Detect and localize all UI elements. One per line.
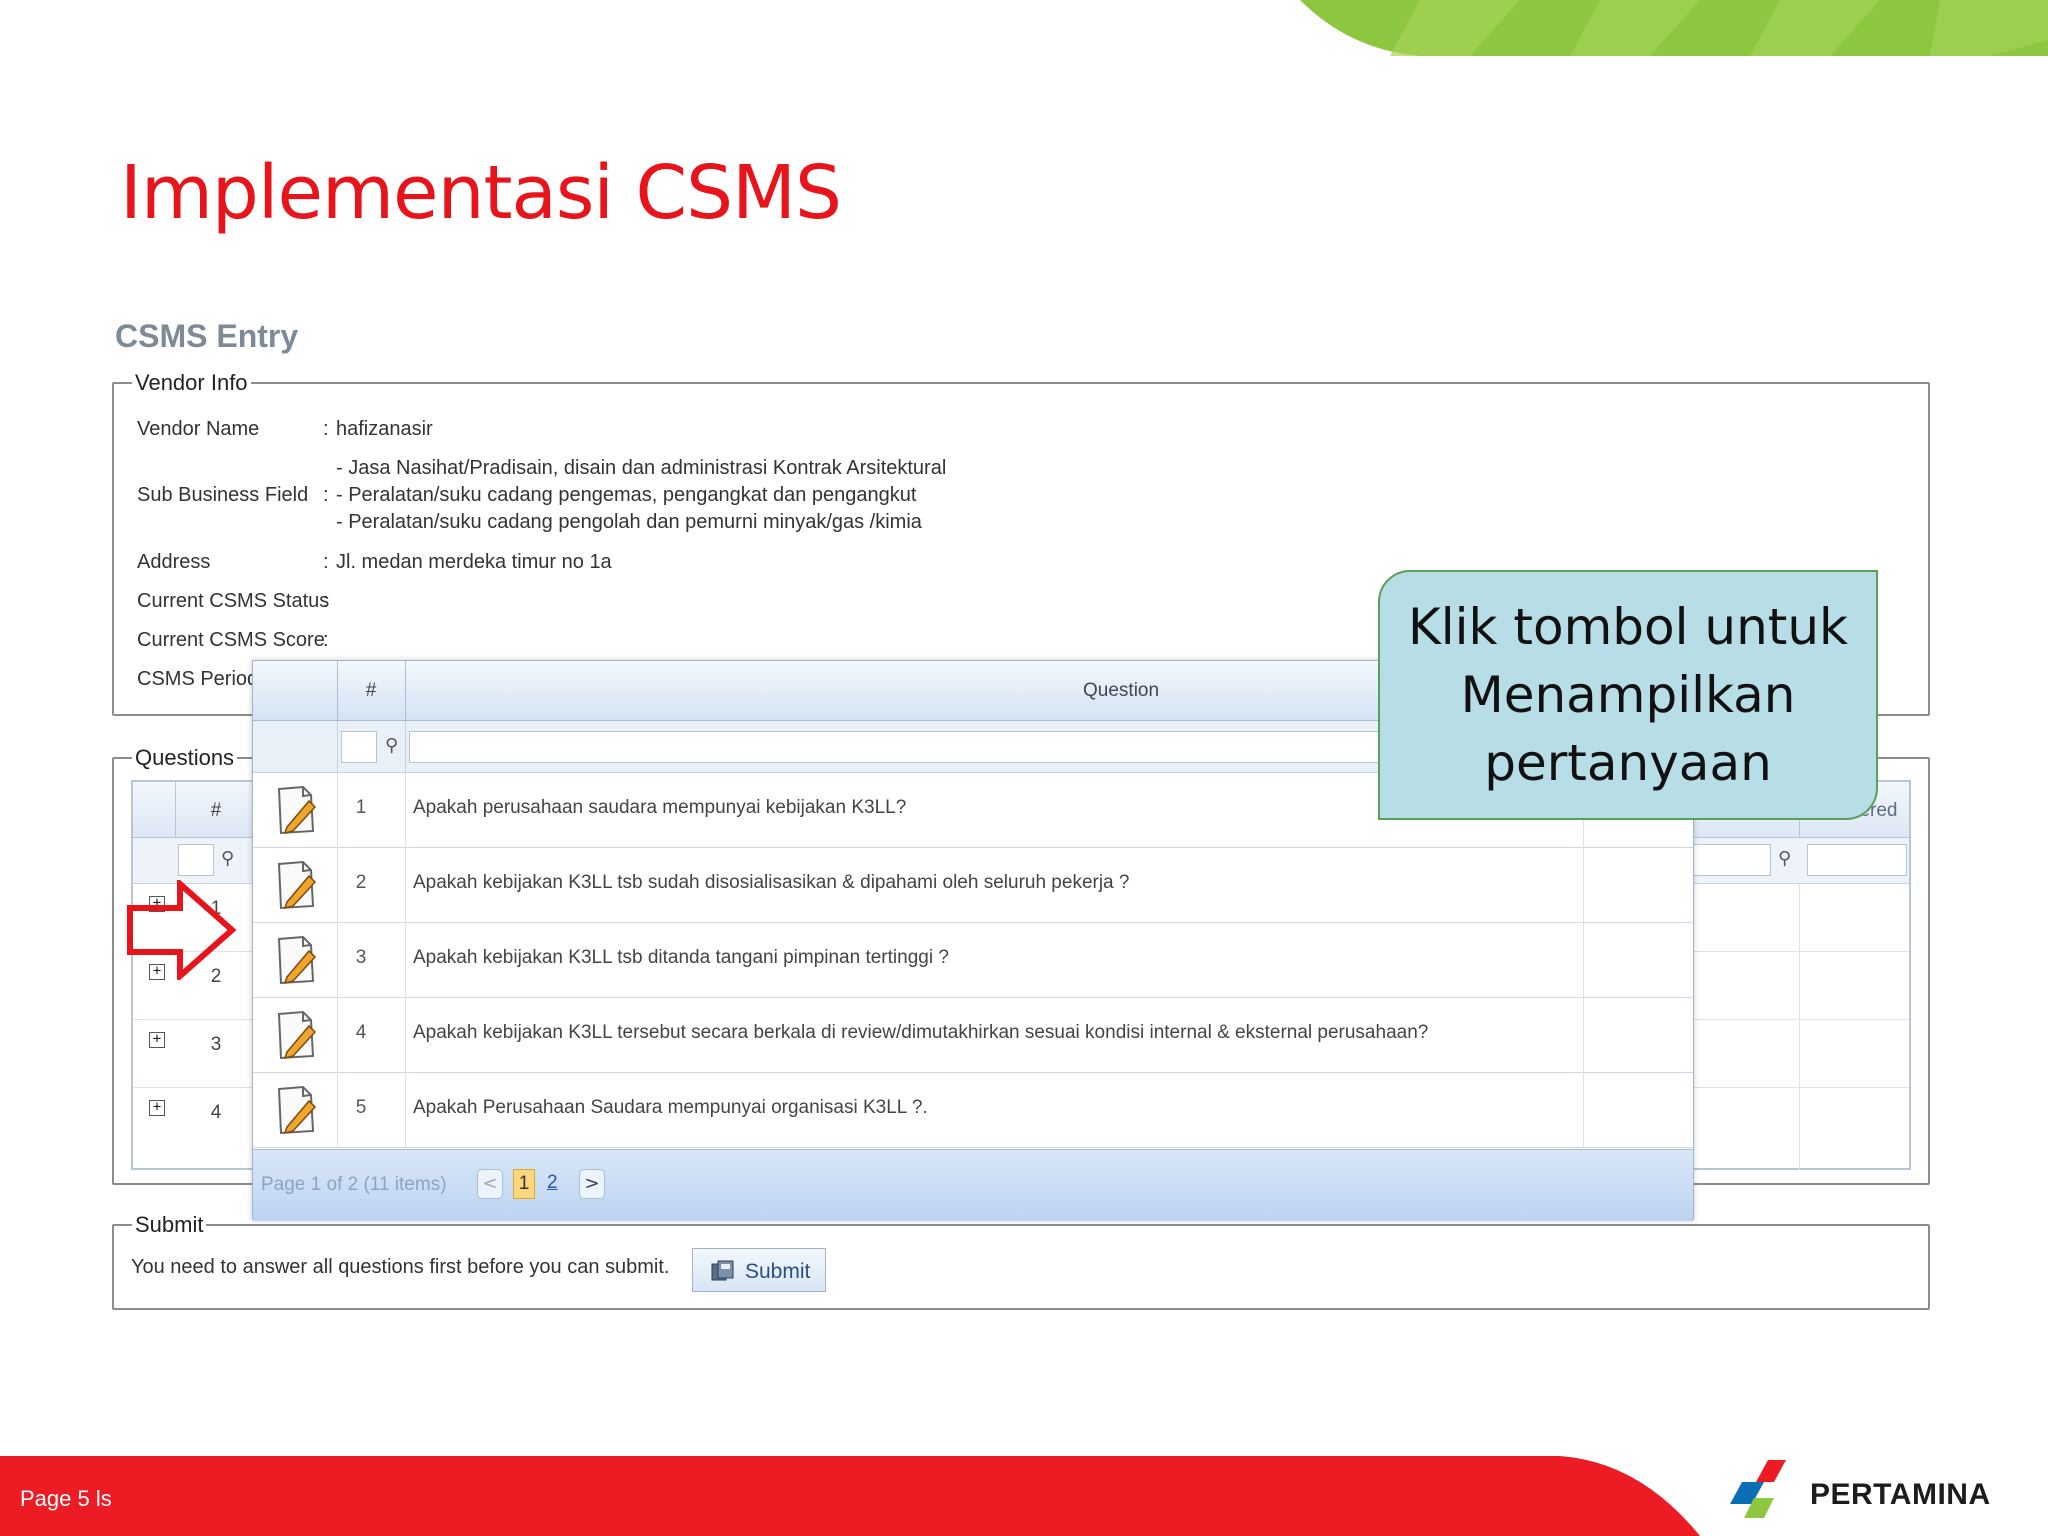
colon: :: [323, 551, 329, 573]
vendor-info-legend: Vendor Info: [135, 370, 248, 395]
slide-title: Implementasi CSMS: [120, 150, 842, 236]
filter-icon[interactable]: ⚲: [1778, 848, 1791, 869]
colon: :: [323, 418, 329, 440]
csms-period-label: CSMS Period: [137, 668, 259, 690]
expand-icon[interactable]: +: [149, 1032, 165, 1048]
brand-name: PERTAMINA: [1810, 1478, 1991, 1511]
question-row: 5 Apakah Perusahaan Saudara mempunyai or…: [253, 1073, 1693, 1148]
address-label: Address: [137, 551, 211, 573]
sub-business-field-item: - Jasa Nasihat/Pradisain, disain dan adm…: [336, 457, 947, 479]
page-1-button[interactable]: 1: [513, 1169, 535, 1199]
prev-page-button[interactable]: <: [477, 1169, 503, 1199]
edit-icon[interactable]: [273, 933, 319, 987]
filter-icon[interactable]: ⚲: [221, 848, 234, 869]
answered-filter-input[interactable]: [1807, 844, 1907, 876]
submit-button-label: Submit: [745, 1260, 811, 1283]
colon: :: [323, 629, 329, 651]
pertamina-logo: [1730, 1460, 1786, 1518]
sub-business-field-item: - Peralatan/suku cadang pengolah dan pem…: [336, 511, 922, 533]
header-num: #: [210, 800, 222, 821]
question-text: Apakah kebijakan K3LL tersebut secara be…: [413, 1022, 1429, 1043]
sub-business-field-label: Sub Business Field: [137, 484, 309, 506]
colon: :: [323, 590, 329, 612]
submit-icon: [711, 1260, 734, 1281]
submit-message: You need to answer all questions first b…: [131, 1256, 670, 1278]
question-row: 3 Apakah kebijakan K3LL tsb ditanda tang…: [253, 923, 1693, 998]
num-filter-input[interactable]: [341, 731, 377, 763]
question-num: 5: [355, 1097, 367, 1118]
question-row: 4 Apakah kebijakan K3LL tersebut secara …: [253, 998, 1693, 1073]
csms-entry-title: CSMS Entry: [115, 318, 299, 354]
edit-icon[interactable]: [273, 1008, 319, 1062]
next-page-button[interactable]: >: [579, 1169, 605, 1199]
page-number: Page 5 ls: [20, 1486, 112, 1511]
red-arrow: [127, 880, 237, 980]
question-num: 3: [355, 947, 367, 968]
colon: :: [323, 484, 329, 506]
edit-icon[interactable]: [273, 1083, 319, 1137]
edit-icon[interactable]: [273, 783, 319, 837]
submit-button[interactable]: Submit: [692, 1248, 826, 1292]
edit-icon[interactable]: [273, 858, 319, 912]
question-text: Apakah kebijakan K3LL tsb sudah disosial…: [413, 872, 1130, 893]
callout-text: Klik tombol untuk Menampilkan pertanyaan: [1407, 598, 1849, 792]
question-text: Apakah perusahaan saudara mempunyai kebi…: [413, 797, 907, 818]
sub-business-field-item: - Peralatan/suku cadang pengemas, pengan…: [336, 484, 917, 506]
question-num: 2: [355, 872, 367, 893]
submit-legend: Submit: [135, 1212, 204, 1237]
pager: Page 1 of 2 (11 items) < 1 2 >: [253, 1149, 1693, 1221]
csms-score-label: Current CSMS Score: [137, 629, 325, 651]
question-row: 2 Apakah kebijakan K3LL tsb sudah disosi…: [253, 848, 1693, 923]
expand-icon[interactable]: +: [149, 1100, 165, 1116]
popup-header-num: #: [365, 680, 377, 701]
csms-status-label: Current CSMS Status: [137, 590, 330, 612]
questions-legend: Questions: [135, 745, 235, 770]
address-value: Jl. medan merdeka timur no 1a: [336, 551, 612, 573]
vendor-name-label: Vendor Name: [137, 418, 260, 440]
group-num: 3: [210, 1034, 222, 1055]
question-text: Apakah kebijakan K3LL tsb ditanda tangan…: [413, 947, 949, 968]
vendor-name-value: hafizanasir: [336, 418, 433, 440]
page-2-link[interactable]: 2: [547, 1172, 558, 1194]
pager-summary: Page 1 of 2 (11 items): [261, 1174, 447, 1195]
popup-header-question: Question: [1083, 680, 1160, 701]
callout-box: Klik tombol untuk Menampilkan pertanyaan: [1378, 570, 1878, 820]
question-text: Apakah Perusahaan Saudara mempunyai orga…: [413, 1097, 928, 1118]
filter-icon[interactable]: ⚲: [385, 735, 398, 756]
top-decoration: [1300, 0, 2048, 56]
question-num: 4: [355, 1022, 367, 1043]
question-num: 1: [355, 797, 367, 818]
group-num: 4: [210, 1102, 222, 1123]
num-filter-input[interactable]: [178, 844, 214, 876]
